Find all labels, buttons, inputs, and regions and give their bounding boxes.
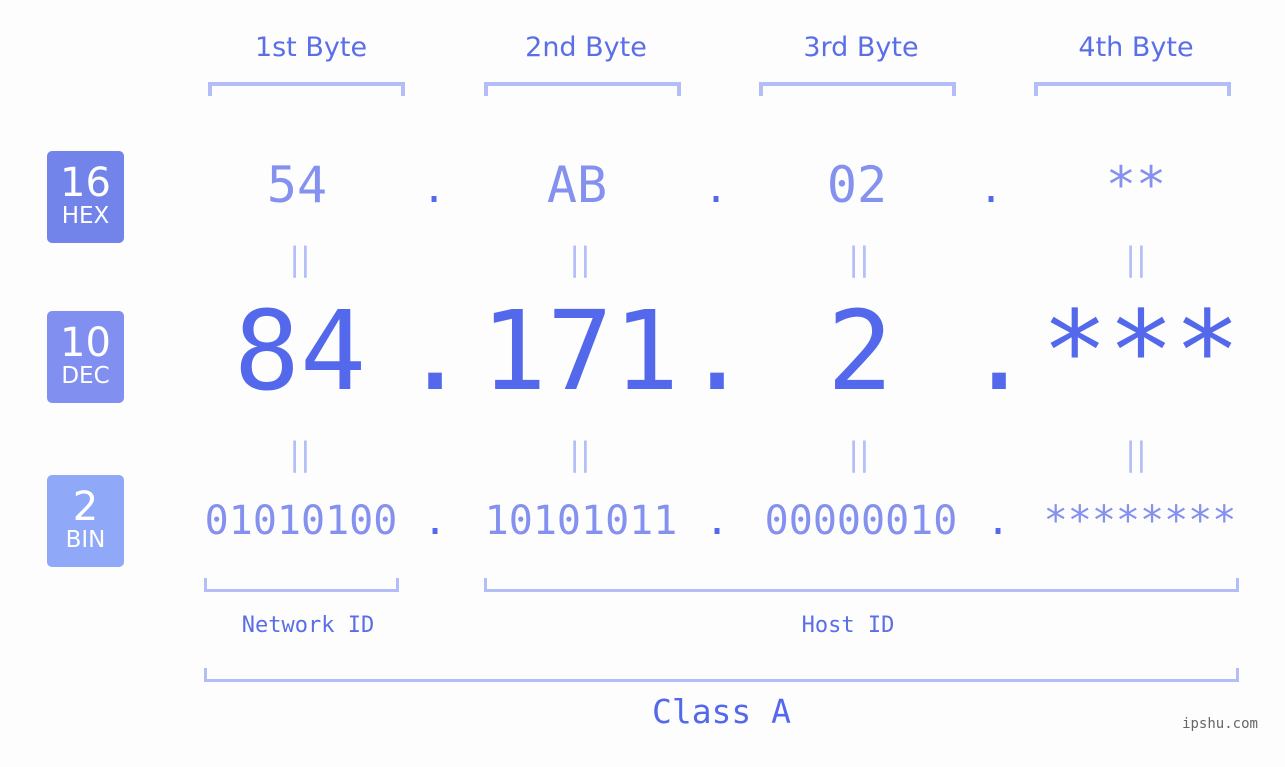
equals-dec-bin-3: || (848, 435, 870, 473)
hex-value-3: 02 (826, 156, 888, 214)
hex-value-4: ** (1105, 156, 1167, 214)
equals-hex-dec-4: || (1125, 240, 1147, 278)
equals-dec-bin-4: || (1125, 435, 1147, 473)
equals-hex-dec-1: || (289, 240, 311, 278)
bin-value-3: 00000010 (764, 498, 958, 544)
bin-dot-1: . (422, 498, 448, 544)
hex-badge: 16 HEX (47, 151, 124, 243)
bin-value-2: 10101011 (484, 498, 678, 544)
hex-value-1: 54 (266, 156, 328, 214)
watermark: ipshu.com (1182, 716, 1258, 732)
class-bracket (204, 668, 1239, 682)
hex-badge-label: HEX (61, 203, 110, 229)
byte-header-1: 1st Byte (254, 32, 368, 63)
dec-dot-1: . (402, 287, 469, 415)
bin-badge-number: 2 (72, 484, 99, 530)
equals-dec-bin-1: || (289, 435, 311, 473)
dec-badge: 10 DEC (47, 311, 124, 403)
equals-dec-bin-2: || (569, 435, 591, 473)
host-id-bracket (484, 578, 1239, 592)
equals-hex-dec-3: || (848, 240, 870, 278)
equals-hex-dec-2: || (569, 240, 591, 278)
host-id-label: Host ID (801, 613, 895, 638)
byte-bracket-1 (208, 82, 405, 96)
hex-dot-2: . (704, 166, 729, 212)
hex-dot-3: . (979, 166, 1004, 212)
bin-value-1: 01010100 (204, 498, 398, 544)
bin-badge: 2 BIN (47, 475, 124, 567)
bin-value-4: ******** (1043, 498, 1237, 544)
hex-badge-number: 16 (60, 160, 111, 206)
network-id-label: Network ID (241, 613, 375, 638)
byte-header-3: 3rd Byte (803, 32, 919, 63)
byte-bracket-2 (484, 82, 681, 96)
bin-badge-label: BIN (65, 527, 106, 553)
byte-header-4: 4th Byte (1078, 32, 1194, 63)
dec-dot-3: . (966, 287, 1033, 415)
dec-value-4: *** (1041, 287, 1241, 415)
hex-dot-1: . (422, 166, 447, 212)
dec-value-1: 84 (233, 287, 367, 415)
byte-bracket-3 (759, 82, 956, 96)
hex-value-2: AB (546, 156, 608, 214)
dec-badge-number: 10 (60, 320, 111, 366)
class-label: Class A (651, 692, 792, 731)
dec-value-2: 171 (480, 287, 680, 415)
dec-badge-label: DEC (61, 363, 110, 389)
bin-dot-2: . (704, 498, 730, 544)
bin-dot-3: . (985, 498, 1011, 544)
dec-value-3: 2 (826, 287, 894, 415)
dec-dot-2: . (684, 287, 751, 415)
byte-header-2: 2nd Byte (525, 32, 647, 63)
network-id-bracket (204, 578, 399, 592)
byte-bracket-4 (1034, 82, 1231, 96)
